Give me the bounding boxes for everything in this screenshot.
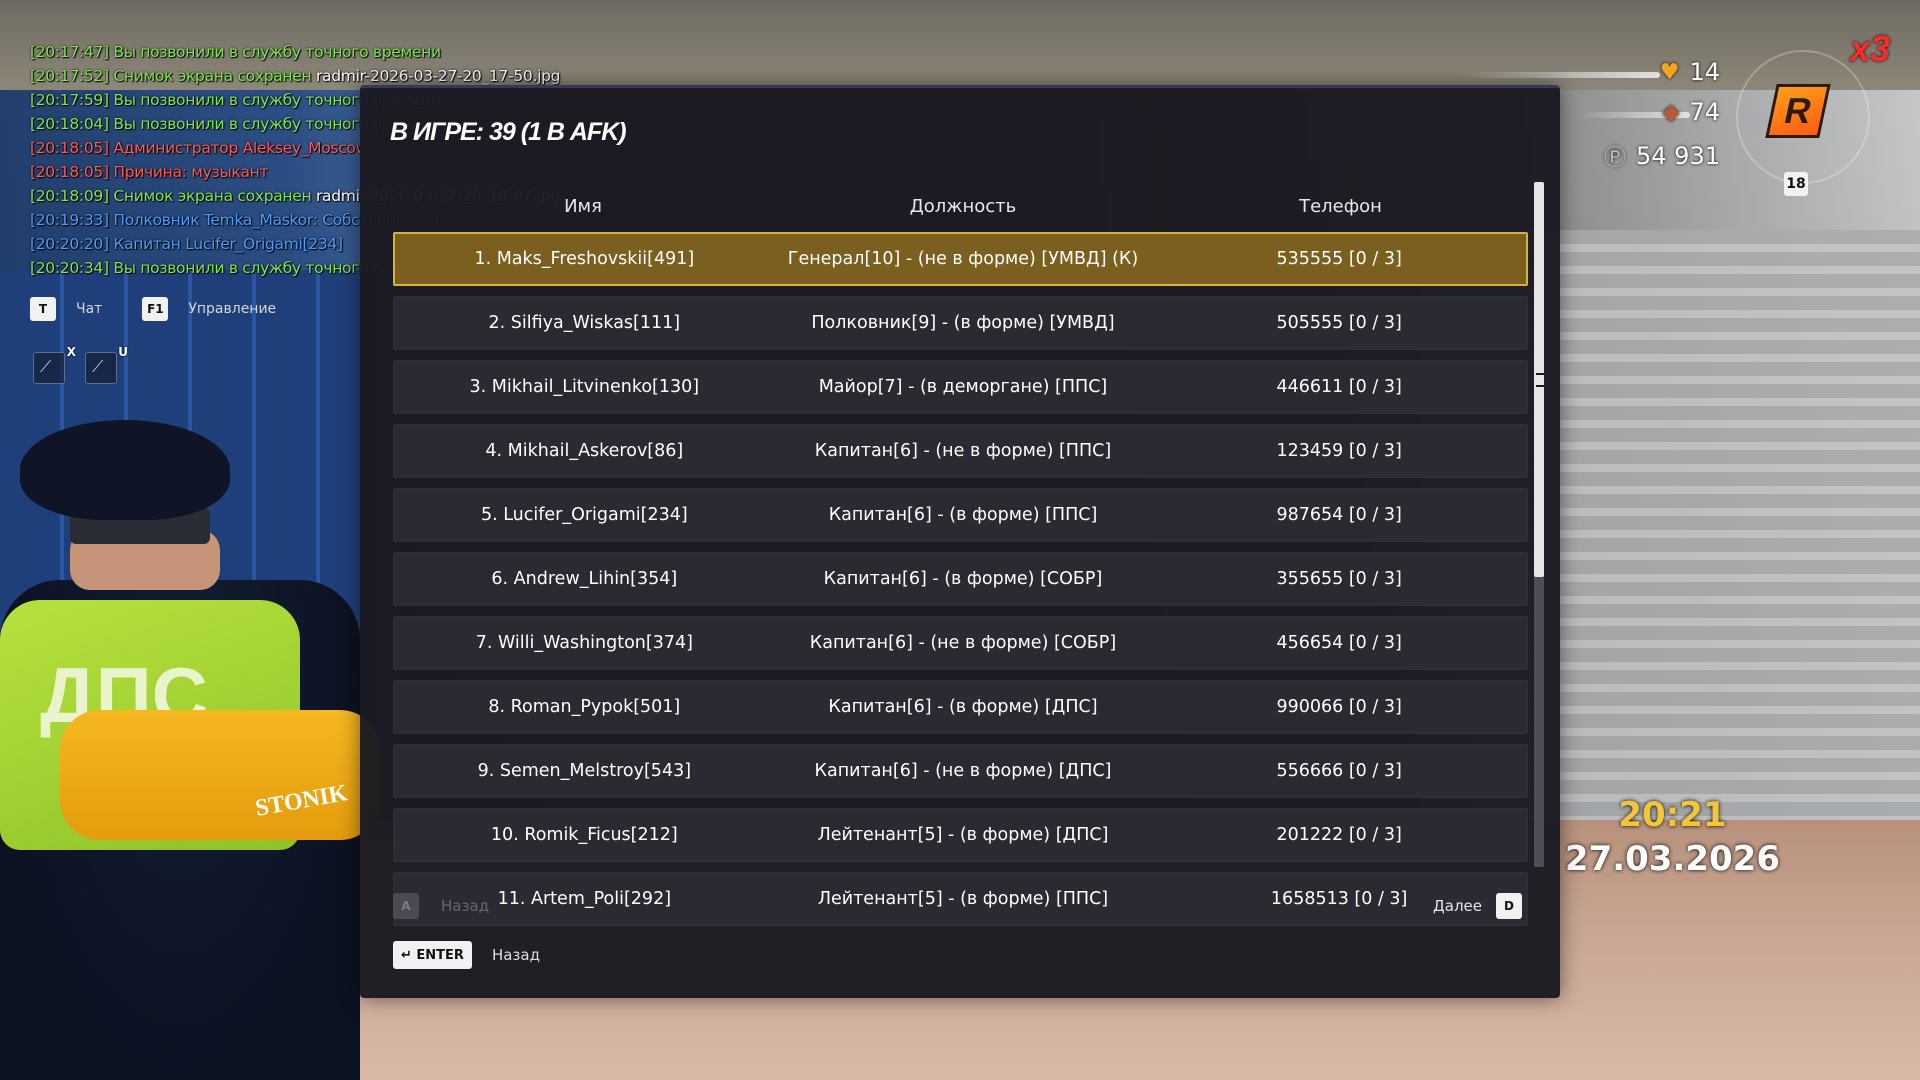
- member-phone: 456654 [0 / 3]: [1276, 633, 1402, 653]
- member-position: Капитан[6] - (не в форме) [СОБР]: [809, 633, 1117, 653]
- member-name: 10. Romik_Ficus[212]: [490, 825, 678, 845]
- table-row[interactable]: 8. Roman_Pypok[501] Капитан[6] - (в форм…: [393, 680, 1528, 734]
- table-row[interactable]: 7. Willi_Washington[374] Капитан[6] - (н…: [393, 616, 1528, 670]
- mute-mic-button[interactable]: ⟋ X: [33, 345, 76, 384]
- column-phone: Телефон: [1299, 196, 1382, 217]
- member-phone: 556666 [0 / 3]: [1276, 761, 1402, 781]
- member-position: Генерал[10] - (не в форме) [УМВД] (К): [787, 249, 1139, 269]
- voice-controls: ⟋ X ⟋ U: [33, 345, 128, 384]
- member-position: Капитан[6] - (не в форме) [ППС]: [814, 441, 1112, 461]
- member-name: 9. Semen_Melstroy[543]: [477, 761, 692, 781]
- next-label: Далее: [1433, 897, 1482, 915]
- column-position: Должность: [909, 196, 1017, 217]
- table-row[interactable]: 1. Maks_Freshovskii[491] Генерал[10] - (…: [393, 232, 1528, 286]
- scrollbar[interactable]: [1534, 182, 1544, 867]
- member-position: Капитан[6] - (в форме) [ППС]: [828, 505, 1098, 525]
- online-members-panel: В ИГРЕ: 39 (1 В AFK) Имя Должность Телеф…: [360, 85, 1560, 998]
- table-row[interactable]: 3. Mikhail_Litvinenko[130] Майор[7] - (в…: [393, 360, 1528, 414]
- next-page-button[interactable]: Далее D: [1433, 893, 1522, 919]
- game-clock: 20:21 27.03.2026: [1565, 795, 1780, 879]
- server-logo: R: [1765, 84, 1831, 138]
- member-phone: 355655 [0 / 3]: [1276, 569, 1402, 589]
- panel-title: В ИГРЕ: 39 (1 В AFK): [390, 118, 627, 146]
- scrollbar-grip: [1536, 373, 1544, 387]
- clock-time: 20:21: [1618, 795, 1727, 835]
- member-position: Капитан[6] - (не в форме) [ДПС]: [814, 761, 1112, 781]
- health-stat: ♥ 14: [1660, 58, 1720, 86]
- member-position: Майор[7] - (в деморгане) [ППС]: [818, 377, 1108, 397]
- mic-off-icon: ⟋: [40, 357, 52, 376]
- control-label: Управление: [188, 301, 277, 317]
- column-name: Имя: [564, 196, 602, 217]
- member-position: Капитан[6] - (в форме) [ДПС]: [828, 697, 1098, 717]
- member-phone: 535555 [0 / 3]: [1276, 249, 1402, 269]
- member-name: 6. Andrew_Lihin[354]: [491, 569, 678, 589]
- chat-label: Чат: [76, 301, 103, 317]
- heart-icon: ♥: [1659, 59, 1680, 85]
- back-button[interactable]: ↵ ENTER Назад: [393, 941, 540, 969]
- members-list: 1. Maks_Freshovskii[491] Генерал[10] - (…: [393, 232, 1528, 950]
- member-name: 5. Lucifer_Origami[234]: [480, 505, 688, 525]
- table-row[interactable]: 6. Andrew_Lihin[354] Капитан[6] - (в фор…: [393, 552, 1528, 606]
- member-position: Лейтенант[5] - (в форме) [ДПС]: [817, 825, 1109, 845]
- money-value: 54 931: [1636, 142, 1720, 170]
- member-position: Капитан[6] - (в форме) [СОБР]: [823, 569, 1103, 589]
- table-row[interactable]: 10. Romik_Ficus[212] Лейтенант[5] - (в ф…: [393, 808, 1528, 862]
- member-phone: 505555 [0 / 3]: [1276, 313, 1402, 333]
- member-name: 7. Willi_Washington[374]: [475, 633, 693, 653]
- phone-off-icon: ⟋: [92, 357, 104, 376]
- mute-phone-button[interactable]: ⟋ U: [85, 345, 128, 384]
- member-name: 1. Maks_Freshovskii[491]: [474, 249, 695, 269]
- mute-phone-key: U: [118, 345, 128, 359]
- key-hints: T Чат F1 Управление: [30, 297, 316, 321]
- prev-label: Назад: [441, 897, 490, 915]
- table-header: Имя Должность Телефон: [393, 196, 1528, 226]
- member-position: Лейтенант[5] - (в форме) [ППС]: [817, 889, 1109, 909]
- member-phone: 123459 [0 / 3]: [1276, 441, 1402, 461]
- member-name: 2. Silfiya_Wiskas[111]: [488, 313, 681, 333]
- table-row[interactable]: 2. Silfiya_Wiskas[111] Полковник[9] - (в…: [393, 296, 1528, 350]
- table-row[interactable]: 5. Lucifer_Origami[234] Капитан[6] - (в …: [393, 488, 1528, 542]
- member-phone: 990066 [0 / 3]: [1276, 697, 1402, 717]
- clock-date: 27.03.2026: [1564, 839, 1780, 879]
- age-badge: 18: [1784, 172, 1808, 196]
- table-row[interactable]: 11. Artem_Poli[292] Лейтенант[5] - (в фо…: [393, 872, 1528, 926]
- hunger-value: 74: [1689, 98, 1720, 126]
- table-row[interactable]: 9. Semen_Melstroy[543] Капитан[6] - (не …: [393, 744, 1528, 798]
- player-bag: [60, 710, 380, 840]
- table-row[interactable]: 4. Mikhail_Askerov[86] Капитан[6] - (не …: [393, 424, 1528, 478]
- health-value: 14: [1689, 58, 1720, 86]
- next-key: D: [1496, 893, 1522, 919]
- member-phone: 446611 [0 / 3]: [1276, 377, 1402, 397]
- money-stat: Ⓟ 54 931: [1604, 140, 1720, 172]
- member-name: 3. Mikhail_Litvinenko[130]: [469, 377, 700, 397]
- health-bar: [1460, 72, 1660, 78]
- mute-mic-key: X: [66, 345, 76, 359]
- chat-line: [20:17:47] Вы позвонили в службу точного…: [30, 43, 441, 61]
- food-icon: ◆: [1662, 99, 1680, 125]
- member-phone: 201222 [0 / 3]: [1276, 825, 1402, 845]
- coin-icon: Ⓟ: [1604, 146, 1627, 171]
- member-phone: 987654 [0 / 3]: [1276, 505, 1402, 525]
- member-position: Полковник[9] - (в форме) [УМВД]: [811, 313, 1115, 333]
- back-label: Назад: [491, 946, 540, 964]
- chat-key[interactable]: T: [30, 297, 56, 321]
- member-name: 8. Roman_Pypok[501]: [488, 697, 681, 717]
- multiplier-badge: x3: [1849, 28, 1890, 69]
- enter-key: ↵ ENTER: [393, 941, 472, 969]
- player-cap: [20, 420, 230, 520]
- member-name: 4. Mikhail_Askerov[86]: [485, 441, 684, 461]
- control-key[interactable]: F1: [142, 297, 169, 321]
- hunger-stat: ◆ 74: [1663, 98, 1720, 126]
- prev-key: A: [393, 893, 419, 919]
- prev-page-button[interactable]: A Назад: [393, 893, 489, 919]
